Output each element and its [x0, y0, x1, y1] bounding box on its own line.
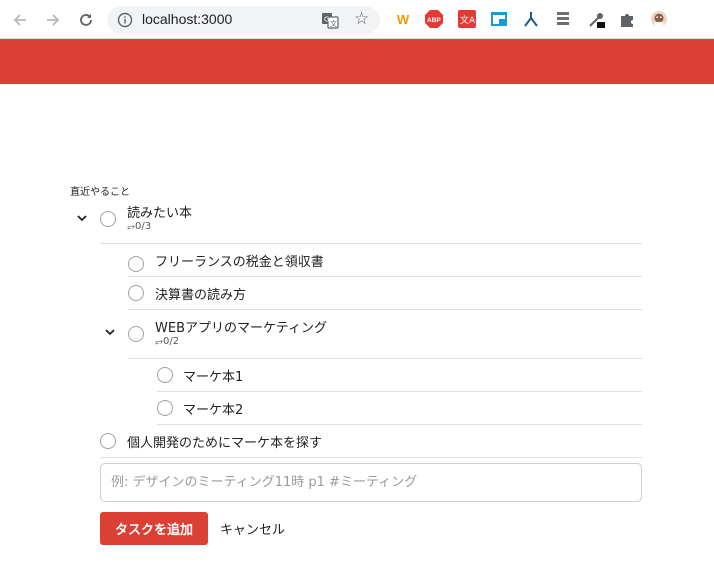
- collapse-chevron-icon[interactable]: [74, 210, 90, 226]
- divider: [128, 358, 642, 359]
- puzzle-extensions-icon[interactable]: [618, 10, 636, 28]
- divider: [100, 243, 642, 244]
- divider: [128, 309, 642, 310]
- eyedropper-ext-icon[interactable]: [588, 10, 606, 28]
- cancel-button[interactable]: キャンセル: [214, 512, 291, 545]
- task-checkbox[interactable]: [128, 326, 144, 342]
- svg-text:文: 文: [330, 19, 337, 28]
- task-label[interactable]: フリーランスの税金と領収書: [155, 251, 324, 270]
- svg-text:ABP: ABP: [427, 17, 441, 24]
- task-label[interactable]: 個人開発のためにマーケ本を探す: [127, 432, 322, 451]
- divider: [100, 457, 642, 458]
- task-checkbox[interactable]: [128, 285, 144, 301]
- task-checkbox[interactable]: [157, 367, 173, 383]
- subtask-count: ⥅0/3: [127, 221, 152, 232]
- task-label[interactable]: WEBアプリのマーケティング: [155, 317, 327, 336]
- add-task-button[interactable]: タスクを追加: [100, 512, 208, 545]
- translate-ext-icon[interactable]: 文A: [458, 10, 476, 28]
- svg-text:文A: 文A: [460, 14, 476, 26]
- divider: [157, 424, 642, 425]
- window-ext-icon[interactable]: [490, 10, 508, 28]
- profile-avatar-icon[interactable]: [650, 10, 668, 28]
- task-label[interactable]: マーケ本2: [183, 399, 243, 418]
- back-arrow-icon[interactable]: [9, 9, 31, 31]
- reload-icon[interactable]: [75, 9, 97, 31]
- task-label[interactable]: 読みたい本: [127, 202, 192, 221]
- translate-icon[interactable]: G文: [321, 11, 339, 29]
- divider: [157, 391, 642, 392]
- task-checkbox[interactable]: [100, 211, 116, 227]
- bookmark-star-icon[interactable]: ☆: [354, 9, 369, 29]
- divider: [128, 276, 642, 277]
- task-input[interactable]: [100, 463, 642, 502]
- task-label[interactable]: 決算書の読み方: [155, 284, 246, 303]
- svg-text:G: G: [324, 16, 329, 24]
- section-title: 直近やること: [70, 187, 130, 198]
- task-label[interactable]: マーケ本1: [183, 366, 243, 385]
- adblock-icon[interactable]: ABP: [425, 10, 443, 28]
- browser-toolbar: localhost:3000 G文 ☆ W ABP 文A: [0, 0, 714, 39]
- w-extension-icon[interactable]: W: [394, 10, 412, 28]
- task-checkbox[interactable]: [100, 433, 116, 449]
- main-content: 直近やること 読みたい本 ⥅0/3 フリーランスの税金と領収書 決算書の読み方 …: [0, 84, 714, 585]
- fork-ext-icon[interactable]: [522, 10, 540, 28]
- stack-ext-icon[interactable]: [554, 10, 572, 28]
- collapse-chevron-icon[interactable]: [102, 324, 118, 340]
- forward-arrow-icon[interactable]: [42, 9, 64, 31]
- app-header-bar: [0, 39, 714, 84]
- subtask-count: ⥅0/2: [155, 336, 180, 347]
- task-checkbox[interactable]: [157, 400, 173, 416]
- task-checkbox[interactable]: [128, 256, 144, 272]
- site-info-icon[interactable]: [117, 12, 133, 28]
- url-text: localhost:3000: [142, 11, 233, 27]
- address-bar[interactable]: localhost:3000 G文 ☆: [107, 6, 380, 34]
